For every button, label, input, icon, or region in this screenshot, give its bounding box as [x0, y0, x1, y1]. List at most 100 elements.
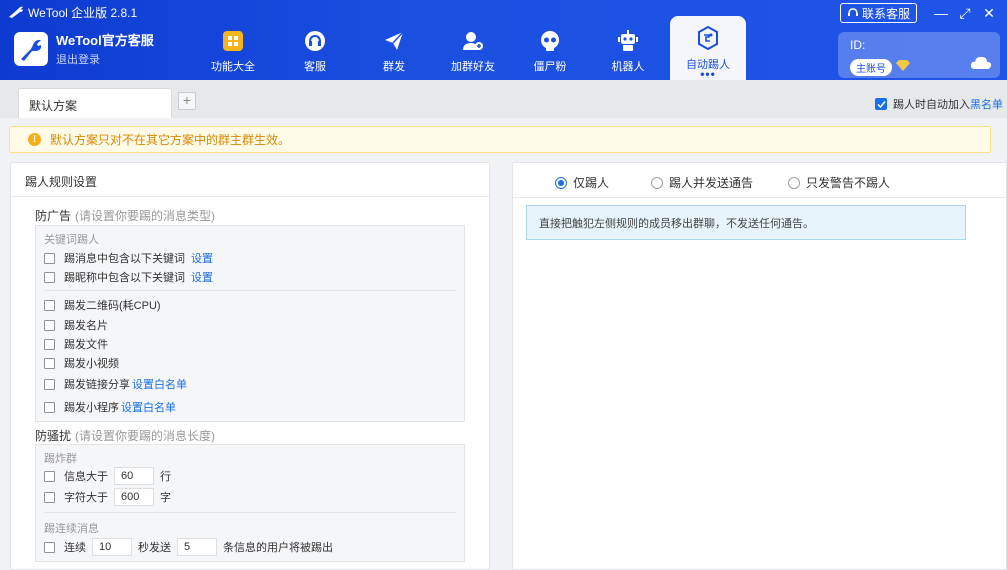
kick-rules-panel: 踢人规则设置 防广告 (请设置你要踢的消息类型) 关键词踢人 踢消息中包含以下关键…: [10, 162, 490, 570]
rule-label: 信息大于: [64, 471, 108, 483]
continuous-seconds-input[interactable]: 10: [92, 538, 132, 556]
list-item: 踢发名片: [44, 317, 108, 333]
nav-item-add-friends[interactable]: 加群好友: [435, 18, 511, 80]
char-count-checkbox[interactable]: [44, 491, 55, 503]
nav-label: 群发: [383, 61, 405, 73]
kick-mode-panel: 仅踢人 踢人并发送通告 只发警告不踢人 直接把触犯左侧规则的成员移出群聊，不发送…: [512, 162, 1007, 570]
headset-small-icon: [847, 8, 858, 16]
headset-icon: [305, 31, 325, 51]
file-checkbox[interactable]: [44, 338, 55, 350]
radio-icon[interactable]: [788, 176, 801, 189]
warning-icon: !: [28, 133, 41, 146]
warning-text: 默认方案只对不在其它方案中的群主群生效。: [50, 133, 291, 147]
mode-description-text: 直接把触犯左侧规则的成员移出群聊，不发送任何通告。: [539, 217, 814, 230]
divider: [44, 512, 456, 513]
add-friend-icon: [463, 32, 483, 50]
robot-icon: [618, 30, 638, 51]
nav-item-auto-kick[interactable]: 自动踢人 •••: [670, 16, 746, 80]
mode-kick-only[interactable]: 仅踢人: [555, 174, 609, 191]
add-scheme-button[interactable]: +: [178, 92, 196, 110]
auto-blacklist-checkbox[interactable]: [875, 98, 887, 110]
nav-label: 加群好友: [451, 61, 495, 73]
nav-item-features[interactable]: 功能大全: [195, 18, 271, 80]
info-lines-input[interactable]: 60: [114, 467, 154, 485]
unit-label: 字: [160, 492, 171, 504]
more-dots-icon[interactable]: •••: [670, 68, 746, 80]
mini-program-checkbox[interactable]: [44, 401, 55, 413]
rule-label: 字符大于: [64, 492, 108, 504]
main-account-badge: 主账号: [850, 59, 892, 76]
nav-item-zombie-fans[interactable]: 僵尸粉: [512, 18, 588, 80]
mini-program-whitelist-link[interactable]: 设置白名单: [121, 399, 176, 415]
tab-default-scheme[interactable]: 默认方案: [18, 88, 172, 118]
nav-item-broadcast[interactable]: 群发: [356, 18, 432, 80]
close-button[interactable]: ✕: [977, 5, 1001, 22]
auto-blacklist-option[interactable]: 踢人时自动加入 黑名单: [875, 96, 1003, 112]
radio-selected-icon[interactable]: [555, 176, 567, 189]
contact-service-button[interactable]: 联系客服: [839, 3, 917, 23]
radio-icon[interactable]: [651, 176, 664, 189]
blacklist-link[interactable]: 黑名单: [970, 96, 1003, 112]
app-title: WeTool 企业版 2.8.1: [28, 5, 138, 20]
mode-warn-only[interactable]: 只发警告不踢人: [788, 174, 890, 191]
nav-item-service[interactable]: 客服: [277, 18, 353, 80]
list-item: 踢发小视频: [44, 355, 119, 371]
list-item: 踢发链接分享 设置白名单: [44, 376, 187, 392]
link-share-checkbox[interactable]: [44, 378, 55, 390]
rule-label: 踢发链接分享: [64, 379, 130, 391]
kick-mode-radio-group: 仅踢人 踢人并发送通告 只发警告不踢人: [555, 174, 925, 191]
nav-item-robot[interactable]: 机器人: [590, 18, 666, 80]
rule-label: 踢昵称中包含以下关键词: [64, 272, 185, 284]
nav-label: 功能大全: [211, 61, 255, 73]
qrcode-checkbox[interactable]: [44, 299, 55, 311]
anti-spam-section-title: 防骚扰 (请设置你要踢的消息长度): [35, 427, 215, 444]
keyword-msg-checkbox[interactable]: [44, 252, 55, 264]
nav-label: 机器人: [611, 61, 645, 73]
keyword-group-label: 关键词踢人: [44, 234, 99, 246]
account-id-label: ID:: [850, 38, 866, 52]
keyword-nick-settings-link[interactable]: 设置: [191, 269, 213, 285]
info-lines-checkbox[interactable]: [44, 470, 55, 482]
divider: [44, 290, 456, 291]
anti-ad-hint: (请设置你要踢的消息类型): [75, 209, 216, 223]
mode-label: 仅踢人: [573, 176, 610, 190]
continuous-count-input[interactable]: 5: [177, 538, 217, 556]
link-share-whitelist-link[interactable]: 设置白名单: [132, 376, 187, 392]
app-header: WeTool 企业版 2.8.1 WeTool官方客服 退出登录 功能大全 客服…: [0, 0, 1007, 80]
wrench-logo-icon: [9, 6, 23, 18]
cloud-icon[interactable]: [970, 54, 992, 70]
grid-icon: [223, 31, 243, 51]
anti-ad-section-title: 防广告 (请设置你要踢的消息类型): [35, 207, 215, 224]
anti-ad-title: 防广告: [35, 209, 72, 223]
account-card[interactable]: ID: 主账号: [838, 32, 1000, 78]
nav-label: 僵尸粉: [533, 61, 567, 73]
continuous-checkbox[interactable]: [44, 541, 55, 553]
anti-spam-hint: (请设置你要踢的消息长度): [75, 429, 216, 443]
rule-label: 踢发小视频: [64, 358, 119, 370]
maximize-button[interactable]: ⤢: [953, 5, 977, 22]
window-controls: 联系客服 — ⤢ ✕: [839, 3, 1001, 23]
list-item: 踢发小程序 设置白名单: [44, 399, 176, 415]
vip-diamond-icon: [896, 60, 910, 71]
keyword-nick-checkbox[interactable]: [44, 271, 55, 283]
skull-icon: [541, 31, 559, 51]
rule-label: 踢发名片: [64, 320, 108, 332]
list-item: 踢发二维码(耗CPU): [44, 297, 161, 313]
rule-label: 踢发文件: [64, 339, 108, 351]
mode-kick-and-notify[interactable]: 踢人并发送通告: [651, 174, 753, 191]
logout-link[interactable]: 退出登录: [56, 51, 154, 67]
list-item: 信息大于 60 行: [44, 467, 171, 485]
list-item: 踢昵称中包含以下关键词 设置: [44, 269, 213, 285]
warning-banner: ! 默认方案只对不在其它方案中的群主群生效。: [9, 126, 991, 153]
video-checkbox[interactable]: [44, 357, 55, 369]
minimize-button[interactable]: —: [929, 5, 953, 21]
send-icon: [385, 31, 404, 50]
list-item: 踢消息中包含以下关键词 设置: [44, 250, 213, 266]
rule-label: 连续: [64, 542, 86, 554]
list-item: 连续 10 秒发送 5 条信息的用户将被踢出: [44, 538, 333, 556]
char-count-input[interactable]: 600: [114, 488, 154, 506]
mode-description: 直接把触犯左侧规则的成员移出群聊，不发送任何通告。: [526, 205, 966, 240]
rule-label: 踢消息中包含以下关键词: [64, 253, 185, 265]
keyword-msg-settings-link[interactable]: 设置: [191, 250, 213, 266]
card-checkbox[interactable]: [44, 319, 55, 331]
